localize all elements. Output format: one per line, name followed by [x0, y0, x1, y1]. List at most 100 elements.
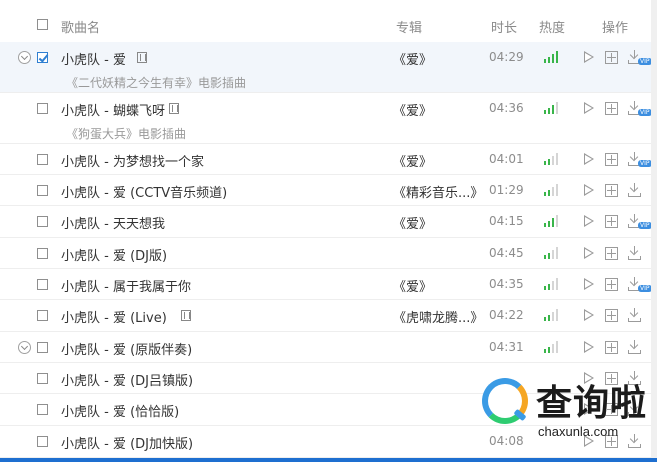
song-album[interactable]: 《爱》: [393, 276, 432, 295]
song-row[interactable]: 小虎队 - 爱 (Live) 《虎啸龙腾...》 04:22: [0, 300, 657, 332]
song-title[interactable]: 小虎队 - 爱 (Live): [61, 307, 167, 326]
song-duration: 04:22: [489, 308, 524, 322]
heat-bar: [548, 347, 550, 353]
song-row[interactable]: 小虎队 - 天天想我 《爱》 04:15 VIP: [0, 206, 657, 238]
heat-bar: [556, 341, 558, 353]
song-title[interactable]: 小虎队 - 为梦想找一个家: [61, 151, 204, 170]
song-album[interactable]: 《爱》: [393, 100, 432, 119]
vip-badge-icon: VIP: [638, 160, 652, 167]
song-subtitle: 《二代妖精之今生有幸》电影插曲: [66, 76, 247, 90]
song-album[interactable]: 《精彩音乐...》: [393, 182, 483, 201]
mv-film-icon[interactable]: [137, 52, 147, 63]
download-icon[interactable]: [628, 246, 642, 260]
song-title[interactable]: 小虎队 - 爱: [61, 49, 126, 68]
heat-indicator: [544, 51, 566, 63]
song-album[interactable]: 《爱》: [393, 49, 432, 68]
song-duration: 04:35: [489, 277, 524, 291]
play-icon[interactable]: [584, 153, 594, 165]
download-icon[interactable]: VIP: [628, 152, 652, 167]
song-row[interactable]: 小虎队 - 蝴蝶飞呀 《狗蛋大兵》电影插曲 《爱》 04:36 VIP: [0, 93, 657, 144]
heat-bar: [556, 51, 558, 63]
vip-badge-icon: VIP: [638, 109, 652, 116]
vip-badge-icon: VIP: [638, 58, 652, 65]
download-stem: [634, 152, 635, 160]
heat-bar: [544, 286, 546, 290]
song-checkbox[interactable]: [37, 436, 48, 447]
download-icon[interactable]: VIP: [628, 101, 652, 116]
song-title[interactable]: 小虎队 - 爱 (恰恰版): [61, 401, 179, 420]
mv-film-icon[interactable]: [169, 103, 179, 114]
add-to-list-icon[interactable]: [605, 184, 618, 197]
add-to-list-icon[interactable]: [605, 247, 618, 260]
song-title[interactable]: 小虎队 - 爱 (DJ版): [61, 245, 167, 264]
song-row[interactable]: 小虎队 - 爱《二代妖精之今生有幸》电影插曲 《爱》 04:29 VIP: [0, 42, 657, 93]
header-duration[interactable]: 时长: [491, 17, 517, 36]
add-to-list-icon[interactable]: [605, 341, 618, 354]
heat-bar: [552, 312, 554, 321]
add-to-list-icon[interactable]: [605, 309, 618, 322]
song-row[interactable]: 小虎队 - 爱 (DJ版) 04:45: [0, 238, 657, 269]
song-checkbox[interactable]: [37, 216, 48, 227]
download-icon[interactable]: VIP: [628, 50, 652, 65]
song-album[interactable]: 《爱》: [393, 213, 432, 232]
song-checkbox[interactable]: [37, 248, 48, 259]
play-icon[interactable]: [584, 184, 594, 196]
expand-chevron-icon[interactable]: [18, 341, 31, 354]
song-checkbox[interactable]: [37, 154, 48, 165]
heat-bar: [556, 309, 558, 321]
song-checkbox[interactable]: [37, 185, 48, 196]
song-title[interactable]: 小虎队 - 爱 (CCTV音乐频道): [61, 182, 227, 201]
song-title[interactable]: 小虎队 - 爱 (原版伴奏): [61, 339, 192, 358]
add-to-list-icon[interactable]: [605, 153, 618, 166]
expand-chevron-icon[interactable]: [18, 51, 31, 64]
download-icon[interactable]: [628, 340, 642, 354]
song-album[interactable]: 《爱》: [393, 151, 432, 170]
song-title[interactable]: 小虎队 - 属于我属于你: [61, 276, 191, 295]
song-checkbox[interactable]: [37, 310, 48, 321]
download-stem: [634, 183, 635, 191]
select-all-checkbox[interactable]: [37, 19, 48, 30]
song-checkbox[interactable]: [37, 279, 48, 290]
play-icon[interactable]: [584, 215, 594, 227]
song-checkbox[interactable]: [37, 52, 48, 63]
add-to-list-icon[interactable]: [605, 102, 618, 115]
song-duration: 04:45: [489, 246, 524, 260]
song-row[interactable]: 小虎队 - 属于我属于你 《爱》 04:35 VIP: [0, 269, 657, 300]
download-stem: [634, 277, 635, 285]
download-icon[interactable]: VIP: [628, 277, 652, 292]
song-checkbox[interactable]: [37, 342, 48, 353]
heat-indicator: [544, 102, 566, 114]
song-checkbox[interactable]: [37, 373, 48, 384]
heat-bar: [544, 349, 546, 353]
vip-badge-icon: VIP: [638, 285, 652, 292]
play-icon[interactable]: [584, 247, 594, 259]
song-title[interactable]: 小虎队 - 爱 (DJ吕镇版): [61, 370, 193, 389]
heat-bar: [544, 192, 546, 196]
vip-badge-icon: VIP: [638, 222, 652, 229]
play-icon[interactable]: [584, 102, 594, 114]
play-icon[interactable]: [584, 341, 594, 353]
download-icon[interactable]: [628, 308, 642, 322]
song-row[interactable]: 小虎队 - 为梦想找一个家 《爱》 04:01 VIP: [0, 144, 657, 175]
header-album[interactable]: 专辑: [396, 17, 422, 36]
song-checkbox[interactable]: [37, 103, 48, 114]
song-title[interactable]: 小虎队 - 天天想我: [61, 213, 165, 232]
play-icon[interactable]: [584, 51, 594, 63]
song-album[interactable]: 《虎啸龙腾...》: [393, 307, 483, 326]
download-icon[interactable]: VIP: [628, 214, 652, 229]
play-icon[interactable]: [584, 278, 594, 290]
song-row[interactable]: 小虎队 - 爱 (CCTV音乐频道) 《精彩音乐...》 01:29: [0, 175, 657, 206]
download-icon[interactable]: [628, 183, 642, 197]
mv-film-icon[interactable]: [181, 310, 191, 321]
header-title[interactable]: 歌曲名: [61, 17, 100, 36]
heat-bar: [556, 102, 558, 114]
add-to-list-icon[interactable]: [605, 51, 618, 64]
song-checkbox[interactable]: [37, 404, 48, 415]
add-to-list-icon[interactable]: [605, 278, 618, 291]
song-row[interactable]: 小虎队 - 爱 (原版伴奏) 04:31: [0, 332, 657, 363]
play-icon[interactable]: [584, 309, 594, 321]
song-title[interactable]: 小虎队 - 蝴蝶飞呀: [61, 100, 165, 119]
header-heat[interactable]: 热度: [539, 17, 565, 36]
add-to-list-icon[interactable]: [605, 215, 618, 228]
song-title[interactable]: 小虎队 - 爱 (DJ加快版): [61, 433, 193, 452]
